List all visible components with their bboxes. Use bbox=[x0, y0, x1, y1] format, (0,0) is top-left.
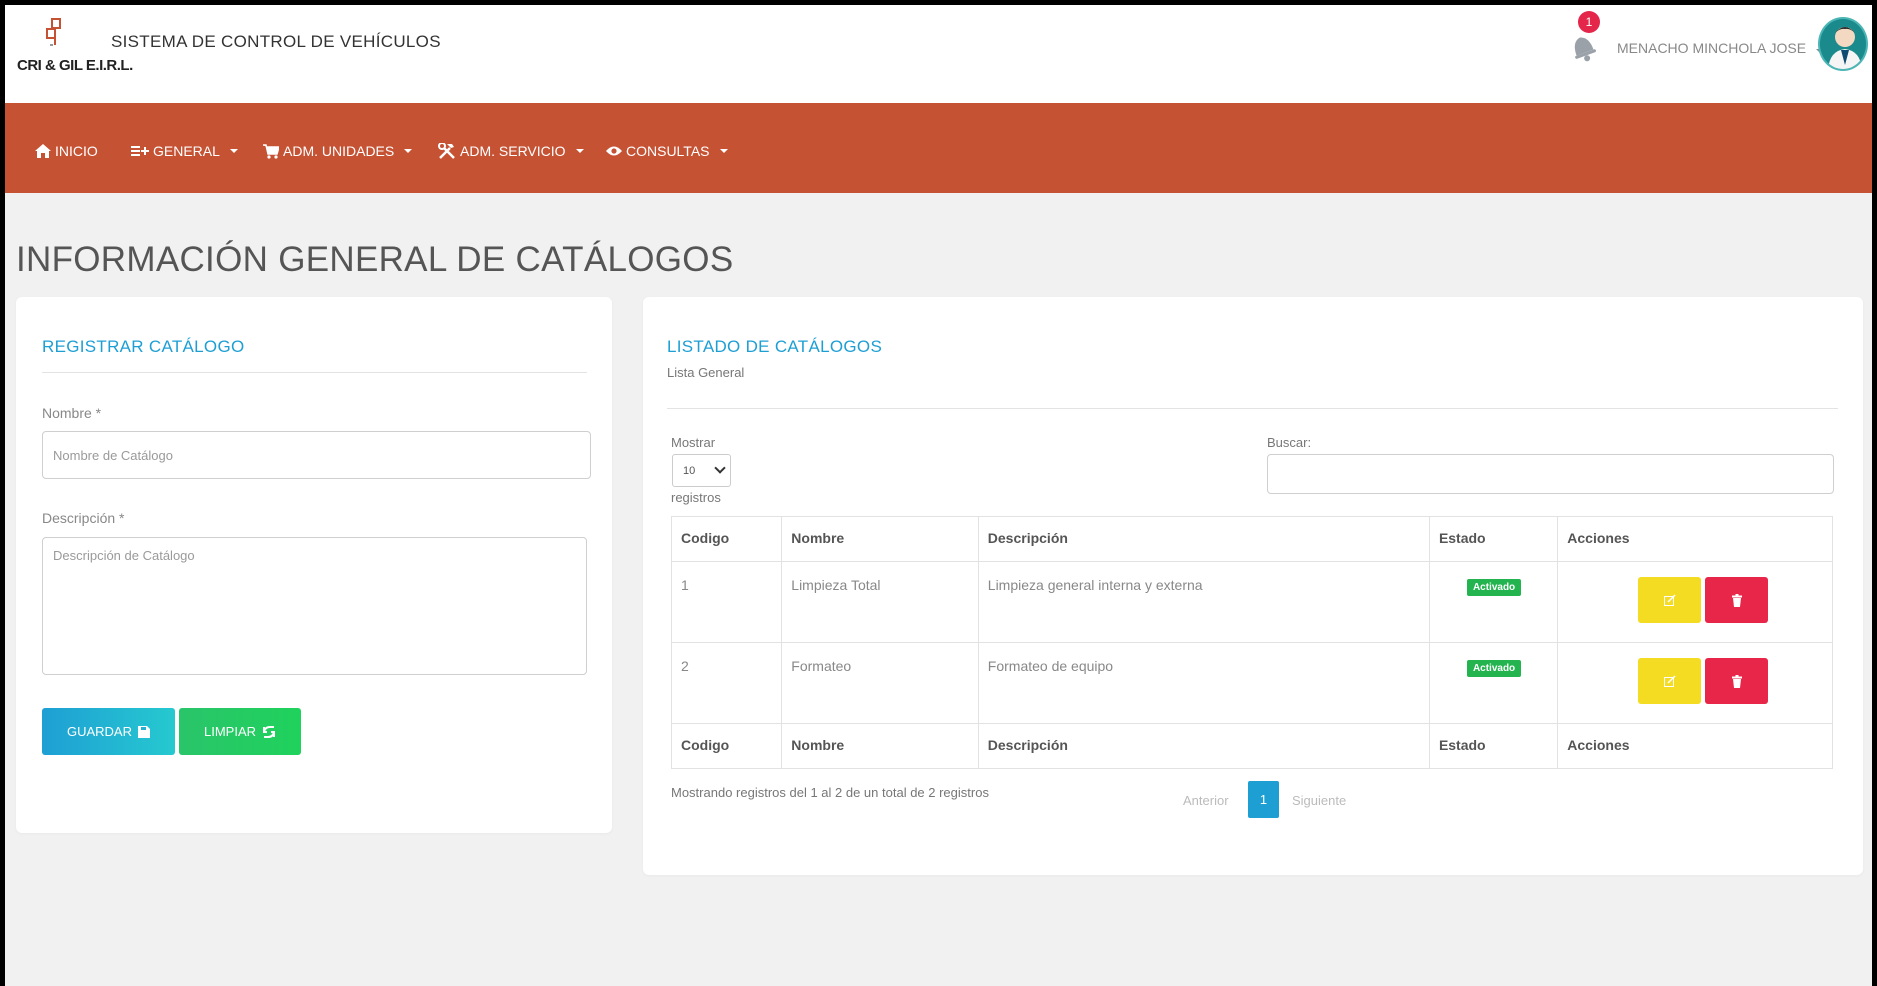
search-label: Buscar: bbox=[1267, 435, 1312, 450]
catalog-list-subtitle: Lista General bbox=[667, 365, 745, 380]
edit-icon bbox=[1663, 675, 1676, 687]
col-header-descripcion[interactable]: Descripción bbox=[977, 516, 1430, 562]
nav-adm-unidades-label: ADM. UNIDADES bbox=[283, 143, 395, 159]
edit-button[interactable] bbox=[1638, 577, 1702, 623]
pagination-info: Mostrando registros del 1 al 2 de un tot… bbox=[671, 785, 989, 800]
cell-nombre: Formateo bbox=[781, 642, 979, 724]
register-catalog-title: REGISTRAR CATÁLOGO bbox=[42, 337, 245, 356]
cart-icon bbox=[263, 143, 279, 159]
chevron-down-icon bbox=[229, 149, 238, 153]
nav-inicio[interactable]: INICIO bbox=[35, 143, 98, 159]
notification-badge: 1 bbox=[1578, 11, 1600, 33]
cell-estado: Activado bbox=[1428, 642, 1559, 724]
refresh-icon bbox=[263, 725, 275, 738]
guardar-button[interactable]: GUARDAR bbox=[42, 708, 175, 755]
trash-icon bbox=[1731, 593, 1742, 607]
cell-estado: Activado bbox=[1428, 561, 1559, 643]
company-logo-icon bbox=[46, 18, 61, 46]
avatar[interactable] bbox=[1818, 17, 1868, 71]
descripcion-textarea[interactable] bbox=[42, 537, 587, 675]
bell-icon[interactable] bbox=[1568, 29, 1598, 65]
cell-acciones bbox=[1557, 561, 1833, 643]
page-size-value: 10 bbox=[683, 464, 696, 477]
chevron-down-icon bbox=[719, 149, 728, 153]
search-input[interactable] bbox=[1267, 454, 1834, 494]
chevron-down-icon bbox=[575, 149, 584, 153]
top-header: CRI & GIL E.I.R.L. SISTEMA DE CONTROL DE… bbox=[5, 5, 1872, 103]
cell-nombre: Limpieza Total bbox=[781, 561, 979, 643]
eye-icon bbox=[606, 146, 622, 156]
records-label: registros bbox=[671, 490, 721, 505]
page-number-button[interactable]: 1 bbox=[1248, 781, 1279, 818]
col-header-codigo[interactable]: Codigo bbox=[670, 516, 783, 562]
user-avatar-icon bbox=[1828, 27, 1862, 69]
nombre-label: Nombre * bbox=[42, 405, 102, 421]
table-row: 2 Formateo Formateo de equipo Activado bbox=[670, 642, 1833, 724]
main-nav: INICIO GENERAL ADM. UNIDADES ADM. SERVIC… bbox=[5, 103, 1872, 193]
next-page-link[interactable]: Siguiente bbox=[1292, 793, 1346, 808]
prev-page-link[interactable]: Anterior bbox=[1183, 793, 1229, 808]
nav-adm-servicio[interactable]: ADM. SERVICIO bbox=[438, 143, 584, 159]
chevron-down-icon bbox=[404, 149, 413, 153]
nav-general[interactable]: GENERAL bbox=[131, 143, 238, 159]
catalog-list-title: LISTADO DE CATÁLOGOS bbox=[667, 337, 883, 356]
show-label: Mostrar bbox=[671, 435, 716, 450]
table-header-row: Codigo Nombre Descripción Estado Accione… bbox=[670, 516, 1833, 562]
divider bbox=[667, 408, 1838, 409]
cell-codigo: 2 bbox=[670, 642, 783, 724]
limpiar-label: LIMPIAR bbox=[203, 724, 256, 739]
cell-acciones bbox=[1557, 642, 1833, 724]
col-footer-acciones: Acciones bbox=[1557, 723, 1833, 769]
nav-adm-servicio-label: ADM. SERVICIO bbox=[460, 143, 566, 159]
col-header-estado[interactable]: Estado bbox=[1428, 516, 1559, 562]
col-footer-estado: Estado bbox=[1428, 723, 1559, 769]
col-footer-nombre: Nombre bbox=[781, 723, 979, 769]
guardar-label: GUARDAR bbox=[66, 724, 132, 739]
nav-adm-unidades[interactable]: ADM. UNIDADES bbox=[263, 143, 413, 159]
chevron-down-icon bbox=[714, 462, 726, 474]
register-catalog-card: REGISTRAR CATÁLOGO Nombre * Descripción … bbox=[16, 297, 612, 833]
nav-consultas[interactable]: CONSULTAS bbox=[606, 143, 728, 159]
col-header-nombre[interactable]: Nombre bbox=[781, 516, 979, 562]
col-footer-descripcion: Descripción bbox=[977, 723, 1430, 769]
tools-icon bbox=[438, 143, 455, 159]
nombre-input[interactable] bbox=[42, 431, 591, 479]
page-title: INFORMACIÓN GENERAL DE CATÁLOGOS bbox=[16, 240, 734, 279]
home-icon bbox=[35, 144, 51, 158]
col-header-acciones: Acciones bbox=[1557, 516, 1833, 562]
status-badge: Activado bbox=[1466, 579, 1522, 596]
delete-button[interactable] bbox=[1705, 658, 1769, 704]
cell-codigo: 1 bbox=[670, 561, 783, 643]
edit-icon bbox=[1663, 594, 1676, 606]
list-add-icon bbox=[131, 146, 149, 156]
descripcion-label: Descripción * bbox=[42, 510, 125, 526]
page-size-select[interactable]: 10 bbox=[672, 454, 731, 487]
delete-button[interactable] bbox=[1705, 577, 1769, 623]
logo-text: CRI & GIL E.I.R.L. bbox=[17, 57, 133, 74]
catalog-table: Codigo Nombre Descripción Estado Accione… bbox=[670, 516, 1833, 769]
nav-general-label: GENERAL bbox=[153, 143, 220, 159]
status-badge: Activado bbox=[1466, 660, 1522, 677]
nav-consultas-label: CONSULTAS bbox=[626, 143, 710, 159]
cell-descripcion: Formateo de equipo bbox=[977, 642, 1430, 724]
table-footer-row: Codigo Nombre Descripción Estado Accione… bbox=[670, 723, 1833, 769]
nav-inicio-label: INICIO bbox=[55, 143, 98, 159]
limpiar-button[interactable]: LIMPIAR bbox=[179, 708, 301, 755]
col-footer-codigo: Codigo bbox=[670, 723, 783, 769]
user-menu[interactable]: MENACHO MINCHOLA JOSE bbox=[1617, 40, 1824, 56]
trash-icon bbox=[1731, 674, 1742, 688]
table-row: 1 Limpieza Total Limpieza general intern… bbox=[670, 561, 1833, 643]
app-title: SISTEMA DE CONTROL DE VEHÍCULOS bbox=[111, 32, 441, 51]
divider bbox=[42, 372, 587, 373]
catalog-list-card: LISTADO DE CATÁLOGOS Lista General Mostr… bbox=[643, 297, 1863, 875]
edit-button[interactable] bbox=[1638, 658, 1702, 704]
user-name: MENACHO MINCHOLA JOSE bbox=[1617, 40, 1807, 56]
save-icon bbox=[138, 725, 150, 738]
cell-descripcion: Limpieza general interna y externa bbox=[977, 561, 1430, 643]
